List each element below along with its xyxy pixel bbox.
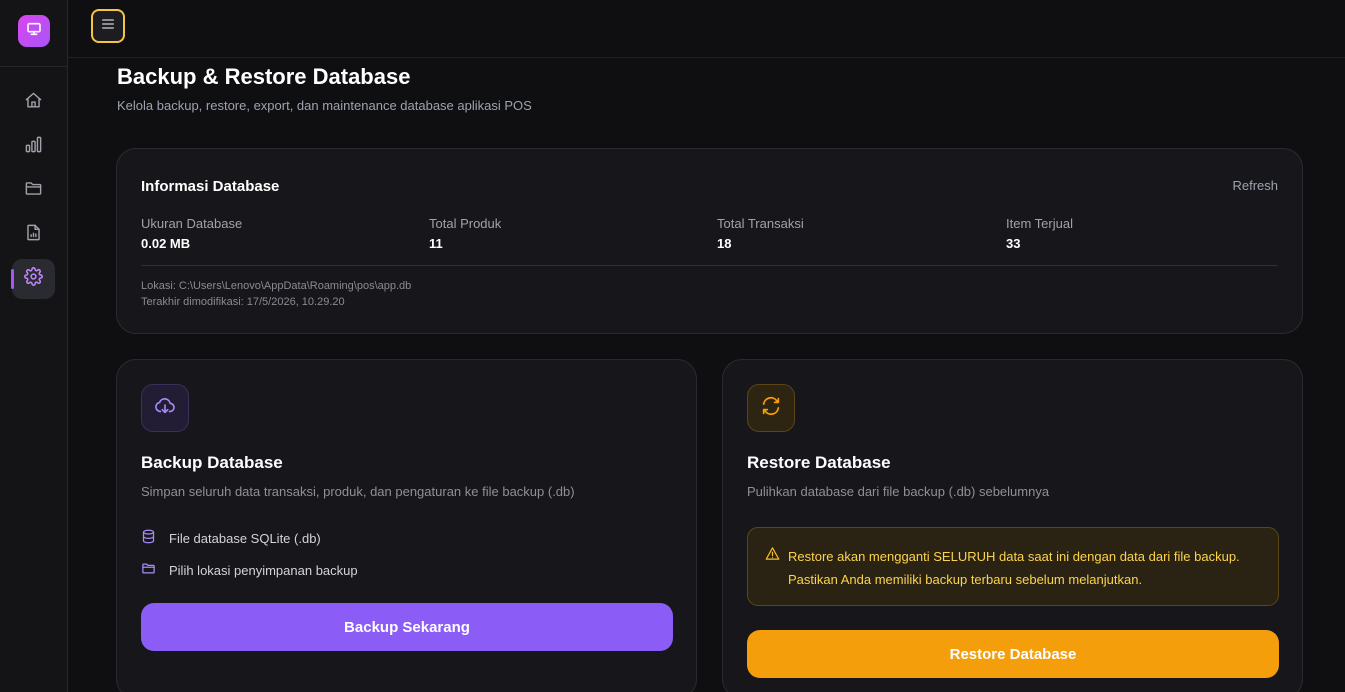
feature-label: File database SQLite (.db): [169, 530, 321, 546]
folder-icon: [141, 561, 156, 579]
info-divider: [141, 265, 1278, 266]
stat-label: Ukuran Database: [141, 216, 243, 231]
restore-card: Restore Database Pulihkan database dari …: [722, 359, 1303, 692]
stat-label: Total Produk: [429, 216, 502, 231]
stat-total-products: Total Produk 11: [429, 216, 501, 251]
restore-database-button[interactable]: Restore Database: [747, 630, 1279, 678]
feature-item: File database SQLite (.db): [141, 529, 321, 547]
backup-icon-badge: [141, 384, 189, 432]
sidebar-item-documents[interactable]: [12, 215, 55, 255]
stat-value: 33: [1006, 236, 1021, 251]
warning-triangle-icon: [765, 546, 780, 566]
file-report-icon: [24, 223, 43, 247]
stat-label: Item Terjual: [1006, 216, 1073, 231]
warning-text: Restore akan mengganti SELURUH data saat…: [788, 549, 1240, 587]
feature-item: Pilih lokasi penyimpanan backup: [141, 561, 358, 579]
database-icon: [141, 529, 156, 547]
sidebar-item-settings[interactable]: [11, 259, 55, 299]
monitor-icon: [26, 21, 42, 42]
stat-label: Total Transaksi: [717, 216, 804, 231]
database-location: Lokasi: C:\Users\Lenovo\AppData\Roaming\…: [141, 280, 412, 292]
backup-title: Backup Database: [141, 453, 283, 472]
menu-toggle-button[interactable]: [91, 9, 125, 43]
restore-warning: Restore akan mengganti SELURUH data saat…: [747, 527, 1279, 606]
sidebar: [0, 0, 68, 692]
restore-title: Restore Database: [747, 453, 891, 472]
settings-icon: [24, 267, 43, 291]
refresh-button[interactable]: Refresh: [1232, 178, 1278, 193]
folder-icon: [24, 179, 43, 203]
database-last-modified: Terakhir dimodifikasi: 17/5/2026, 10.29.…: [141, 296, 345, 308]
backup-card: Backup Database Simpan seluruh data tran…: [116, 359, 697, 692]
hamburger-menu-icon: [100, 16, 116, 37]
stat-value: 0.02 MB: [141, 236, 191, 251]
sidebar-item-reports[interactable]: [12, 127, 55, 167]
page-title: Backup & Restore Database: [117, 64, 411, 89]
stat-value: 18: [717, 236, 732, 251]
sidebar-item-files[interactable]: [12, 171, 55, 211]
sidebar-item-home[interactable]: [12, 83, 55, 123]
stat-database-size: Ukuran Database 0.02 MB: [141, 216, 242, 251]
info-card-title: Informasi Database: [141, 178, 280, 195]
stat-total-transactions: Total Transaksi 18: [717, 216, 804, 251]
backup-description: Simpan seluruh data transaksi, produk, d…: [141, 484, 575, 499]
restore-icon-badge: [747, 384, 795, 432]
cloud-download-icon: [154, 395, 176, 422]
backup-now-button[interactable]: Backup Sekarang: [141, 603, 673, 651]
refresh-arrows-icon: [760, 395, 782, 422]
home-icon: [24, 91, 43, 115]
stat-items-sold: Item Terjual 33: [1006, 216, 1073, 251]
app-logo[interactable]: [18, 15, 50, 47]
topbar: [68, 0, 1345, 58]
restore-description: Pulihkan database dari file backup (.db)…: [747, 484, 1050, 499]
stat-value: 11: [429, 236, 443, 251]
database-info-card: Informasi Database Refresh Ukuran Databa…: [116, 148, 1303, 334]
feature-label: Pilih lokasi penyimpanan backup: [169, 562, 358, 578]
bar-chart-icon: [24, 135, 43, 159]
sidebar-divider: [0, 66, 68, 67]
page-subtitle: Kelola backup, restore, export, dan main…: [117, 98, 532, 113]
